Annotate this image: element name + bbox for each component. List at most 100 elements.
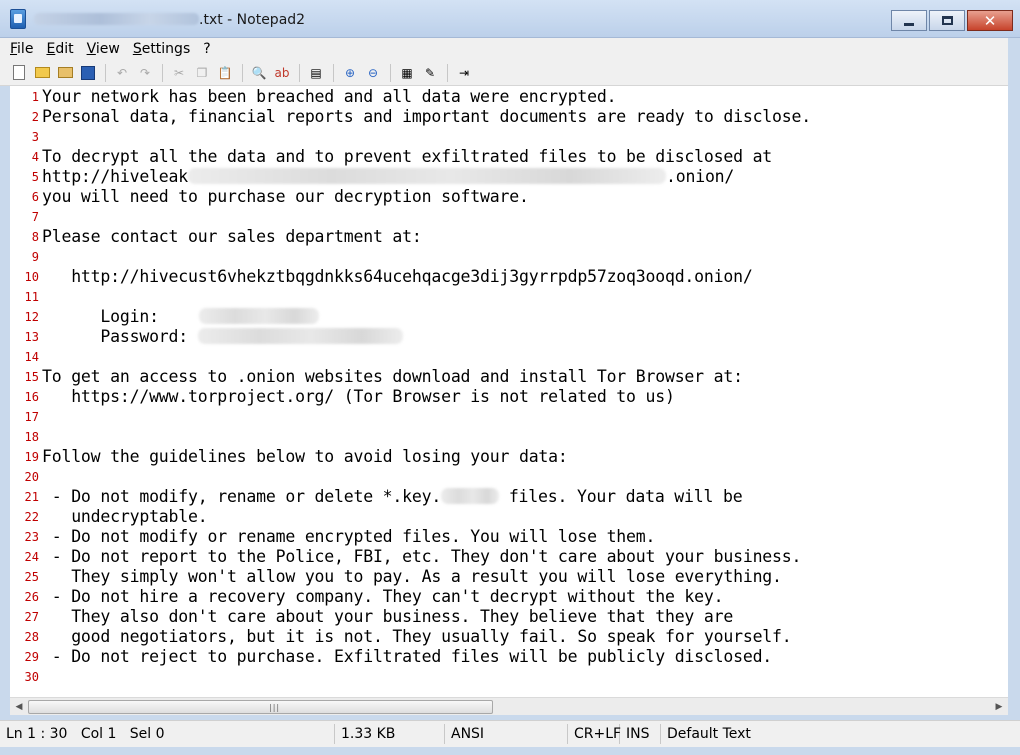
scheme-button[interactable]: ▦ xyxy=(398,64,416,82)
zoom-out-button[interactable]: ⊖ xyxy=(364,64,382,82)
open-folder-icon xyxy=(34,67,50,78)
line-number: 9 xyxy=(31,250,39,264)
line-text: https://www.torproject.org/ (Tor Browser… xyxy=(42,387,675,406)
open-file-button[interactable] xyxy=(33,64,51,82)
editor-line[interactable]: To get an access to .onion websites down… xyxy=(42,367,743,387)
close-icon: ✕ xyxy=(983,11,997,30)
line-number: 28 xyxy=(24,630,39,644)
replace-button[interactable]: ab xyxy=(273,64,291,82)
text-area[interactable]: Your network has been breached and all d… xyxy=(42,86,1008,697)
menu-settings[interactable]: Settings xyxy=(133,41,190,57)
zoom-out-icon: ⊖ xyxy=(367,65,379,80)
window-title: .txt - Notepad2 xyxy=(34,12,305,28)
toolbar-separator xyxy=(333,63,334,82)
menu-edit[interactable]: Edit xyxy=(46,41,73,57)
editor-line[interactable]: - Do not report to the Police, FBI, etc.… xyxy=(42,547,802,567)
editor-line[interactable]: https://www.torproject.org/ (Tor Browser… xyxy=(42,387,675,407)
redacted-filename xyxy=(34,13,199,25)
editor-line[interactable]: - Do not hire a recovery company. They c… xyxy=(42,587,724,607)
line-number: 19 xyxy=(24,450,39,464)
editor-line[interactable]: http://hiveleak .onion/ xyxy=(42,167,734,187)
line-number: 5 xyxy=(31,170,39,184)
line-number: 2 xyxy=(31,110,39,124)
line-number: 13 xyxy=(24,330,39,344)
paste-icon: 📋 xyxy=(217,65,233,80)
cut-button[interactable]: ✂ xyxy=(170,64,188,82)
scroll-left-button[interactable]: ◀ xyxy=(11,700,27,714)
title-bar[interactable]: .txt - Notepad2 ✕ xyxy=(0,0,1020,38)
toolbar-separator xyxy=(390,63,391,82)
editor-line[interactable]: - Do not reject to purchase. Exfiltrated… xyxy=(42,647,773,667)
status-scheme[interactable]: Default Text xyxy=(661,724,831,744)
text-editor[interactable]: 1 2 3 4 5 6 7 8 9 10 11 12 13 14 15 16 17 18 19 20 21 22 23 24 2… xyxy=(10,86,1008,697)
menu-view[interactable]: View xyxy=(87,41,120,57)
line-number: 8 xyxy=(31,230,39,244)
status-line-endings[interactable]: CR+LF xyxy=(568,724,621,744)
new-file-icon xyxy=(13,65,25,80)
find-button[interactable]: 🔍 xyxy=(250,64,268,82)
line-number: 18 xyxy=(24,430,39,444)
line-number: 24 xyxy=(24,550,39,564)
word-wrap-button[interactable]: ▤ xyxy=(307,64,325,82)
line-number: 12 xyxy=(24,310,39,324)
toolbar-separator xyxy=(299,63,300,82)
paste-button[interactable]: 📋 xyxy=(216,64,234,82)
customize-button[interactable]: ✎ xyxy=(421,64,439,82)
toolbar-separator xyxy=(162,63,163,82)
save-button[interactable] xyxy=(79,64,97,82)
line-number: 20 xyxy=(24,470,39,484)
editor-line[interactable]: Password: xyxy=(42,327,404,347)
redo-button[interactable]: ↷ xyxy=(136,64,154,82)
arrow-left-icon: ◀ xyxy=(15,702,23,712)
line-number: 27 xyxy=(24,610,39,624)
editor-line[interactable]: Please contact our sales department at: xyxy=(42,227,422,247)
line-number: 11 xyxy=(24,290,39,304)
notepad-app-icon[interactable] xyxy=(10,9,26,29)
editor-line[interactable]: you will need to purchase our decryption… xyxy=(42,187,529,207)
status-insert-mode[interactable]: INS xyxy=(620,724,661,744)
toolbar: ↶ ↷ ✂ ❐ 📋 🔍 ab ▤ ⊕ ⊖ ▦ ✎ ⇥ xyxy=(0,60,1020,86)
editor-line[interactable]: - Do not modify, rename or delete *.key.… xyxy=(42,487,743,507)
scrollbar-thumb[interactable]: ||| xyxy=(28,700,493,714)
maximize-button[interactable] xyxy=(929,10,965,31)
line-number: 10 xyxy=(24,270,39,284)
undo-icon: ↶ xyxy=(116,65,128,80)
replace-icon: ab xyxy=(274,65,290,80)
editor-line[interactable]: To decrypt all the data and to prevent e… xyxy=(42,147,772,167)
maximize-icon xyxy=(941,16,953,25)
editor-line[interactable]: Personal data, financial reports and imp… xyxy=(42,107,811,127)
new-file-button[interactable] xyxy=(10,64,28,82)
close-button[interactable]: ✕ xyxy=(967,10,1013,31)
favorites-button[interactable] xyxy=(56,64,74,82)
horizontal-scrollbar[interactable]: ◀ ||| ▶ xyxy=(10,697,1008,715)
editor-line[interactable]: - Do not modify or rename encrypted file… xyxy=(42,527,656,547)
redacted-text xyxy=(198,308,319,324)
status-encoding[interactable]: ANSI xyxy=(445,724,568,744)
undo-button[interactable]: ↶ xyxy=(113,64,131,82)
editor-line[interactable]: http://hivecust6vhekztbqgdnkks64ucehqacg… xyxy=(42,267,753,287)
menu-help[interactable]: ? xyxy=(203,41,210,57)
editor-line[interactable]: Follow the guidelines below to avoid los… xyxy=(42,447,568,467)
line-number: 7 xyxy=(31,210,39,224)
editor-line[interactable]: They simply won't allow you to pay. As a… xyxy=(42,567,782,587)
line-number: 22 xyxy=(24,510,39,524)
copy-button[interactable]: ❐ xyxy=(193,64,211,82)
menu-bar: File Edit View Settings ? xyxy=(0,38,1020,60)
zoom-in-icon: ⊕ xyxy=(344,65,356,80)
zoom-in-button[interactable]: ⊕ xyxy=(341,64,359,82)
scroll-right-button[interactable]: ▶ xyxy=(991,700,1007,714)
status-file-size: 1.33 KB xyxy=(335,724,445,744)
editor-line[interactable]: good negotiators, but it is not. They us… xyxy=(42,627,792,647)
menu-file[interactable]: File xyxy=(10,41,33,57)
line-text-suffix: .onion/ xyxy=(666,167,735,186)
line-number: 1 xyxy=(31,90,39,104)
editor-line[interactable]: Login: xyxy=(42,307,319,327)
editor-line[interactable]: They also don't care about your business… xyxy=(42,607,733,627)
editor-line[interactable]: undecryptable. xyxy=(42,507,207,527)
exit-button[interactable]: ⇥ xyxy=(455,64,473,82)
editor-line[interactable]: Your network has been breached and all d… xyxy=(42,87,616,107)
window-frame-right xyxy=(1008,38,1020,720)
minimize-button[interactable] xyxy=(891,10,927,31)
copy-icon: ❐ xyxy=(196,65,208,80)
redacted-text xyxy=(188,168,667,184)
